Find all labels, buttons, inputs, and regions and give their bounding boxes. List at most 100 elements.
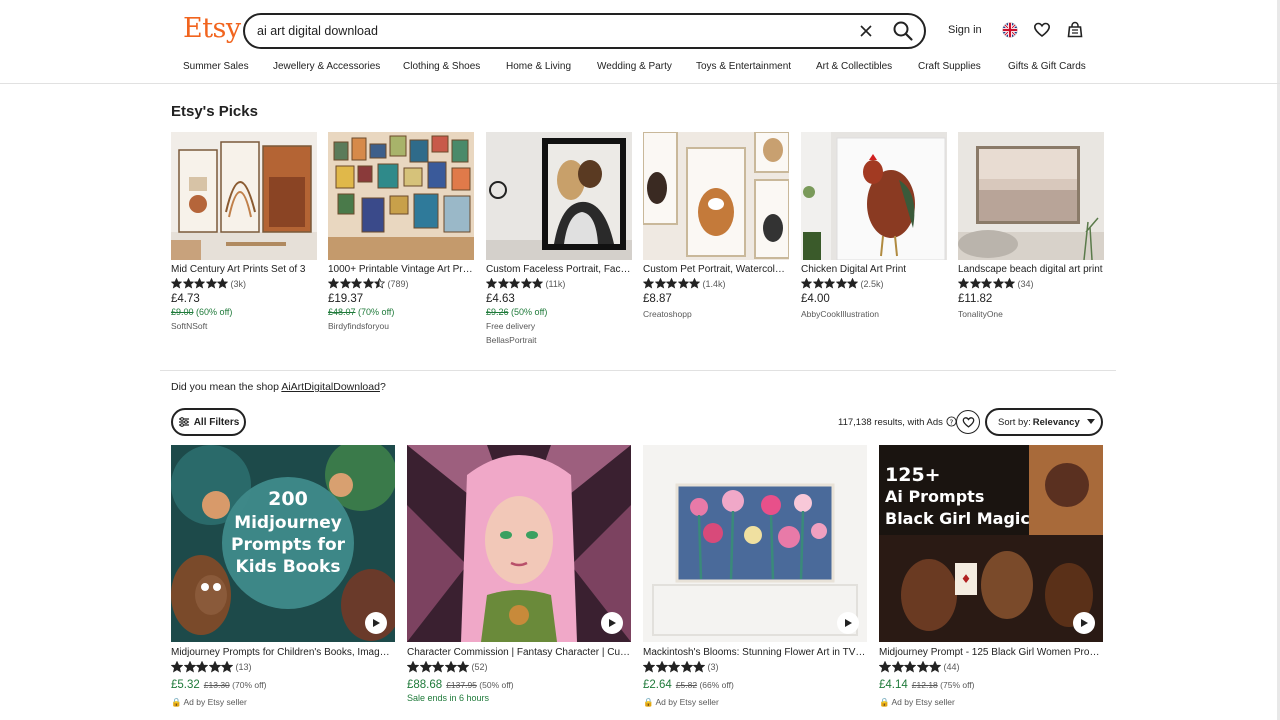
- cart-bag-icon[interactable]: [1066, 21, 1084, 39]
- original-price: £137.95 (50% off): [446, 680, 514, 690]
- pick-card[interactable]: Mid Century Art Prints Set of 3 (3k) £4.…: [171, 132, 317, 331]
- shop-name[interactable]: AbbyCookIllustration: [801, 309, 947, 319]
- sign-in-link[interactable]: Sign in: [948, 24, 982, 36]
- listing-title[interactable]: Character Commission | Fantasy Character…: [407, 647, 631, 658]
- pick-title[interactable]: Landscape beach digital art print: [958, 264, 1104, 275]
- star-icon: [1004, 278, 1015, 289]
- shop-name[interactable]: TonalityOne: [958, 309, 1104, 319]
- play-video-button[interactable]: [1073, 612, 1095, 634]
- listing-card[interactable]: ♦ 125+ Ai Prompts Black Girl Magic Midjo…: [879, 445, 1103, 708]
- listing-card[interactable]: Character Commission | Fantasy Character…: [407, 445, 631, 703]
- sale-price: £2.64: [643, 679, 672, 691]
- listing-title[interactable]: Midjourney Prompts for Children's Books,…: [171, 647, 395, 658]
- pick-image-landscape-beach[interactable]: [958, 132, 1104, 260]
- original-price: £48.07 (70% off): [328, 307, 395, 317]
- listing-image-flower-art[interactable]: [643, 445, 867, 642]
- listing-title[interactable]: Midjourney Prompt - 125 Black Girl Women…: [879, 647, 1103, 658]
- search-input[interactable]: ai art digital download: [257, 24, 924, 38]
- star-icon: [444, 660, 457, 673]
- review-count: (3k): [230, 278, 247, 289]
- star-icon: [432, 660, 444, 673]
- etsy-logo[interactable]: Etsy: [183, 13, 241, 44]
- uk-flag-icon[interactable]: [1001, 21, 1019, 39]
- shop-name[interactable]: Birdyfindsforyou: [328, 321, 474, 331]
- star-icon: [689, 278, 700, 289]
- pick-image-pet-portrait[interactable]: [643, 132, 789, 260]
- star-icon: [419, 660, 432, 673]
- listing-title[interactable]: Mackintosh's Blooms: Stunning Flower Art…: [643, 647, 867, 658]
- shop-name[interactable]: Creatoshopp: [643, 309, 789, 319]
- pick-card[interactable]: Custom Pet Portrait, Watercolor Pet (1.4…: [643, 132, 789, 319]
- star-icon: [374, 278, 385, 289]
- price: £4.73: [171, 293, 200, 305]
- pick-title[interactable]: Chicken Digital Art Print: [801, 264, 947, 275]
- listing-card[interactable]: 200 Midjourney Prompts for Kids Books Mi…: [171, 445, 395, 708]
- pick-title[interactable]: 1000+ Printable Vintage Art Prints: [328, 264, 474, 275]
- shop-name[interactable]: BellasPortrait: [486, 335, 632, 345]
- pick-card[interactable]: 1000+ Printable Vintage Art Prints (789)…: [328, 132, 474, 331]
- star-icon: [992, 278, 1004, 289]
- pick-image-vintage[interactable]: [328, 132, 474, 260]
- review-count: (44): [943, 661, 960, 672]
- pick-title[interactable]: Mid Century Art Prints Set of 3: [171, 264, 317, 275]
- caret-down-icon: [1086, 419, 1095, 424]
- pick-title[interactable]: Custom Faceless Portrait, Faceless Drawi…: [486, 264, 632, 275]
- play-video-button[interactable]: [365, 612, 387, 634]
- pick-image-faceless-portrait[interactable]: [486, 132, 632, 260]
- pick-card[interactable]: Chicken Digital Art Print (2.5k) £4.00 A…: [801, 132, 947, 319]
- suggested-shop-link[interactable]: AiArtDigitalDownload: [281, 381, 380, 393]
- nav-home-living[interactable]: Home & Living: [506, 61, 571, 72]
- pick-title[interactable]: Custom Pet Portrait, Watercolor Pet: [643, 264, 789, 275]
- listing-card[interactable]: Mackintosh's Blooms: Stunning Flower Art…: [643, 445, 867, 708]
- stars-5: [171, 278, 229, 289]
- site-header: Etsy ai art digital download Sign in Sum…: [0, 0, 1280, 84]
- star-icon: [643, 278, 654, 289]
- star-icon: [666, 278, 677, 289]
- sale-price: £4.14: [879, 679, 908, 691]
- play-icon: [1081, 619, 1088, 627]
- play-icon: [373, 619, 380, 627]
- rating: (3k): [171, 278, 317, 289]
- nav-gifts-gift-cards[interactable]: Gifts & Gift Cards: [1008, 61, 1086, 72]
- star-icon: [643, 660, 655, 673]
- all-filters-label: All Filters: [193, 416, 240, 428]
- price: £4.63: [486, 293, 515, 305]
- pick-image-midcentury[interactable]: [171, 132, 317, 260]
- ad-label: 🔒 Ad by Etsy seller: [643, 697, 719, 707]
- nav-art-collectibles[interactable]: Art & Collectibles: [816, 61, 892, 72]
- star-icon: [835, 278, 847, 289]
- play-video-button[interactable]: [601, 612, 623, 634]
- pick-card[interactable]: Landscape beach digital art print (34) £…: [958, 132, 1104, 319]
- star-icon: [668, 660, 680, 673]
- ad-label: 🔒 Ad by Etsy seller: [171, 697, 247, 707]
- nav-summer-sales[interactable]: Summer Sales: [183, 61, 249, 72]
- all-filters-button[interactable]: All Filters: [171, 408, 246, 436]
- nav-clothing-shoes[interactable]: Clothing & Shoes: [403, 61, 480, 72]
- listing-image-black-girl-magic[interactable]: ♦ 125+ Ai Prompts Black Girl Magic: [879, 445, 1103, 642]
- picks-heading: Etsy's Picks: [171, 103, 258, 120]
- clear-search-icon[interactable]: [856, 21, 876, 41]
- nav-toys-entertainment[interactable]: Toys & Entertainment: [696, 61, 791, 72]
- category-nav: Summer Sales Jewellery & Accessories Clo…: [0, 61, 1280, 75]
- nav-craft-supplies[interactable]: Craft Supplies: [918, 61, 981, 72]
- nav-jewellery-accessories[interactable]: Jewellery & Accessories: [273, 61, 380, 72]
- listing-image-kids-books[interactable]: 200 Midjourney Prompts for Kids Books: [171, 445, 395, 642]
- help-question-icon[interactable]: ?: [946, 416, 957, 427]
- favorites-heart-icon[interactable]: [1033, 21, 1051, 39]
- star-icon: [958, 278, 969, 289]
- search-icon[interactable]: [892, 20, 914, 42]
- search-bar[interactable]: ai art digital download: [243, 13, 926, 49]
- pick-image-chicken[interactable]: [801, 132, 947, 260]
- price: £19.37: [328, 293, 364, 305]
- star-icon: [693, 660, 705, 673]
- star-icon: [509, 278, 520, 289]
- sort-dropdown[interactable]: Sort by: Relevancy: [985, 408, 1103, 436]
- play-video-button[interactable]: [837, 612, 859, 634]
- listing-image-fantasy-character[interactable]: [407, 445, 631, 642]
- save-search-button[interactable]: [956, 410, 980, 434]
- star-icon: [520, 278, 532, 289]
- nav-wedding-party[interactable]: Wedding & Party: [597, 61, 672, 72]
- pick-card[interactable]: Custom Faceless Portrait, Faceless Drawi…: [486, 132, 632, 345]
- play-icon: [845, 619, 852, 627]
- shop-name[interactable]: SoftNSoft: [171, 321, 317, 331]
